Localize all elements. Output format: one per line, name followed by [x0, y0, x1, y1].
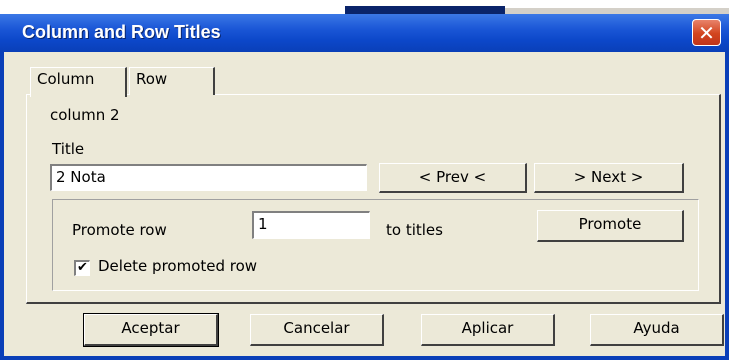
promote-button-label: Promote [578, 215, 642, 233]
promote-button[interactable]: Promote [537, 210, 684, 242]
title-input[interactable]: 2 Nota [50, 164, 367, 191]
tab-row[interactable]: Row [129, 67, 215, 95]
window-frame-bottom [0, 356, 729, 360]
tab-column-label: Column [37, 70, 95, 88]
delete-promoted-row-label: Delete promoted row [98, 257, 258, 275]
title-input-value: 2 Nota [56, 168, 106, 186]
promote-row-label: Promote row [72, 221, 167, 239]
promote-row-input[interactable]: 1 [252, 211, 370, 239]
next-button-label: > Next > [573, 168, 644, 186]
background-window-bar [345, 6, 505, 14]
check-icon: ✔ [77, 260, 88, 275]
window-frame-left [0, 52, 4, 360]
title-label: Title [52, 140, 85, 158]
apply-button[interactable]: Aplicar [421, 314, 555, 346]
tab-row-label: Row [136, 70, 168, 88]
ok-button[interactable]: Aceptar [83, 313, 219, 347]
cancel-button-label: Cancelar [283, 319, 350, 337]
prev-button[interactable]: < Prev < [379, 163, 527, 193]
delete-promoted-row-checkbox[interactable]: ✔ [74, 260, 90, 276]
close-button[interactable]: ✕ [692, 19, 721, 46]
column-subtitle: column 2 [50, 106, 120, 124]
to-titles-label: to titles [386, 221, 443, 239]
window-frame-right [725, 52, 729, 360]
cancel-button[interactable]: Cancelar [250, 314, 384, 346]
window-title: Column and Row Titles [22, 22, 221, 42]
apply-button-label: Aplicar [461, 319, 514, 337]
background-window-strip [0, 0, 729, 14]
next-button[interactable]: > Next > [534, 163, 684, 193]
close-icon: ✕ [698, 20, 715, 45]
help-button[interactable]: Ayuda [590, 314, 724, 346]
tab-column[interactable]: Column [30, 67, 127, 97]
title-bar[interactable]: Column and Row Titles ✕ [0, 14, 729, 52]
prev-button-label: < Prev < [418, 168, 487, 186]
promote-row-value: 1 [258, 215, 268, 233]
help-button-label: Ayuda [633, 319, 680, 337]
ok-button-label: Aceptar [121, 319, 180, 337]
